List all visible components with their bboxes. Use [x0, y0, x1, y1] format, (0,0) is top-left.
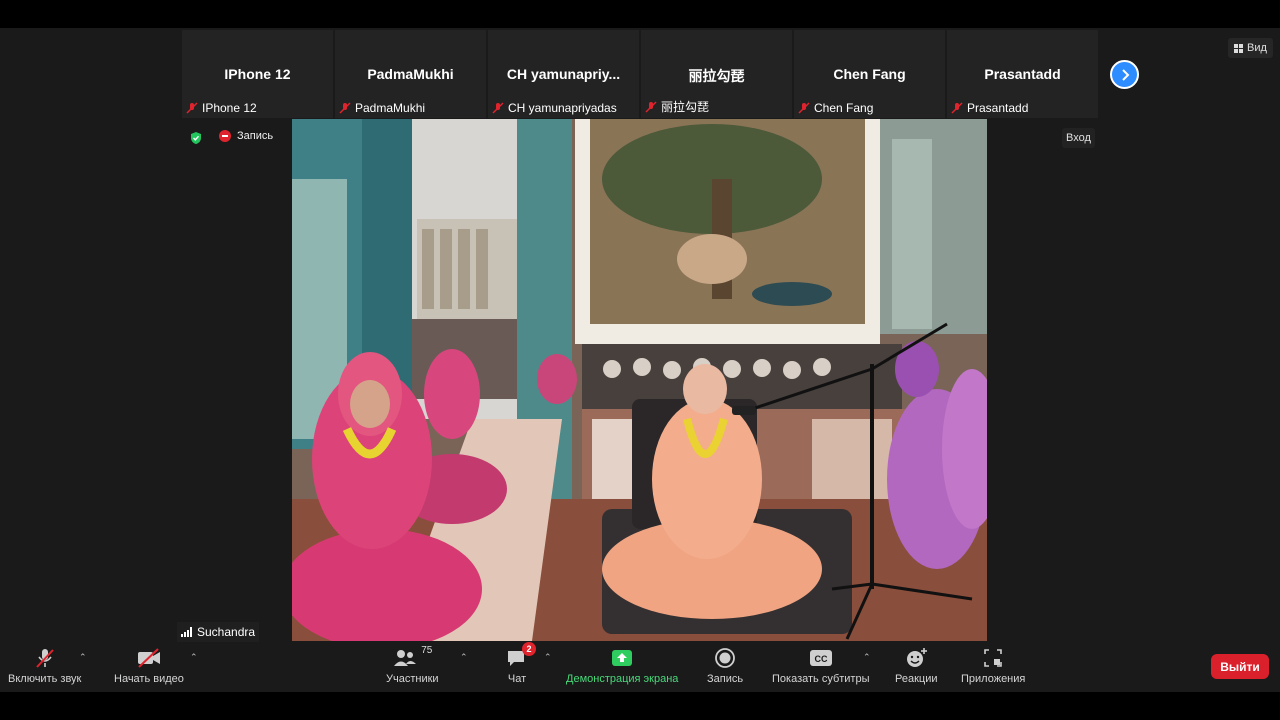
- participant-label-text: 丽拉勾琵: [661, 100, 710, 114]
- recording-label: Запись: [237, 130, 274, 142]
- show-subtitles-button[interactable]: CC Показать субтитры: [772, 645, 870, 685]
- participant-strip: IPhone 12 IPhone 12 PadmaMukhi PadmaMukh…: [182, 30, 1098, 118]
- chat-unread-badge: 2: [522, 642, 536, 656]
- muted-mic-icon: [492, 102, 504, 114]
- letterbox-bottom: [0, 692, 1280, 720]
- muted-microphone-icon: [34, 645, 56, 671]
- participant-tile[interactable]: 丽拉勾琵 丽拉勾琵: [641, 30, 792, 118]
- reaction-smiley-icon: [907, 648, 928, 667]
- participant-label-text: CH yamunapriyadas: [508, 101, 617, 115]
- participants-icon: [394, 650, 417, 666]
- participant-name: PadmaMukhi: [367, 66, 454, 82]
- participant-label-text: IPhone 12: [202, 101, 257, 115]
- apps-label: Приложения: [961, 673, 1026, 685]
- signal-strength-icon: [181, 627, 192, 637]
- participant-label: CH yamunapriyadas: [492, 101, 617, 115]
- video-frame-image: [292, 119, 987, 641]
- participant-name: CH yamunapriy...: [506, 66, 621, 82]
- participant-label-text: Chen Fang: [814, 101, 874, 115]
- video-options-caret-icon[interactable]: ⌃: [190, 652, 198, 663]
- participant-tile[interactable]: PadmaMukhi PadmaMukhi: [335, 30, 486, 118]
- muted-mic-icon: [645, 100, 657, 113]
- record-button[interactable]: Запись: [707, 645, 743, 685]
- active-speaker-name: Suchandra: [197, 625, 256, 639]
- main-video: [292, 119, 987, 641]
- login-button[interactable]: Вход: [1062, 128, 1095, 148]
- subtitles-caret-icon[interactable]: ⌃: [863, 652, 871, 663]
- unmute-button[interactable]: Включить звук: [8, 645, 81, 685]
- participant-name: Prasantadd: [984, 66, 1061, 82]
- show-subtitles-label: Показать субтитры: [772, 673, 870, 685]
- participant-label-text: PadmaMukhi: [355, 101, 426, 115]
- share-screen-button[interactable]: Демонстрация экрана: [566, 645, 678, 685]
- participants-caret-icon[interactable]: ⌃: [460, 652, 468, 663]
- chat-caret-icon[interactable]: ⌃: [544, 652, 552, 663]
- chat-button[interactable]: 2 Чат: [505, 642, 536, 685]
- chat-label: Чат: [507, 673, 527, 685]
- muted-mic-icon: [339, 102, 351, 114]
- next-page-button[interactable]: [1110, 60, 1139, 89]
- grid-icon: [1234, 43, 1243, 53]
- participant-tile[interactable]: Prasantadd Prasantadd: [947, 30, 1098, 118]
- start-video-label: Начать видео: [114, 673, 184, 685]
- record-label: Запись: [707, 673, 744, 685]
- closed-captions-icon: CC: [809, 650, 832, 666]
- muted-mic-icon: [798, 102, 810, 114]
- apps-button[interactable]: Приложения: [961, 645, 1025, 685]
- participant-label: Chen Fang: [798, 101, 873, 115]
- participants-label: Участники: [386, 673, 439, 685]
- shield-icon[interactable]: [189, 131, 203, 145]
- participant-label-text: Prasantadd: [967, 101, 1029, 115]
- participant-label: IPhone 12: [186, 101, 257, 115]
- participant-name: 丽拉勾琵: [688, 68, 745, 84]
- leave-button[interactable]: Выйти: [1211, 654, 1269, 679]
- start-video-button[interactable]: Начать видео: [114, 645, 184, 685]
- participants-button[interactable]: 75 Участники: [386, 645, 439, 685]
- participant-name: Chen Fang: [833, 66, 906, 82]
- reactions-button[interactable]: Реакции: [895, 645, 938, 685]
- recording-indicator[interactable]: Запись: [219, 130, 273, 142]
- svg-text:CC: CC: [814, 654, 827, 664]
- view-button[interactable]: Вид: [1228, 38, 1273, 58]
- participant-tile[interactable]: Chen Fang Chen Fang: [794, 30, 945, 118]
- share-screen-label: Демонстрация экрана: [566, 673, 679, 685]
- participant-label: PadmaMukhi: [339, 101, 425, 115]
- apps-icon: [984, 649, 1002, 667]
- participant-name: IPhone 12: [224, 66, 291, 82]
- unmute-label: Включить звук: [8, 673, 82, 685]
- chevron-right-icon: [1121, 68, 1129, 81]
- reactions-label: Реакции: [895, 673, 938, 685]
- muted-mic-icon: [951, 102, 963, 114]
- participant-tile[interactable]: IPhone 12 IPhone 12: [182, 30, 333, 118]
- participant-label: Prasantadd: [951, 101, 1028, 115]
- participant-label: 丽拉勾琵: [645, 98, 709, 115]
- audio-options-caret-icon[interactable]: ⌃: [79, 652, 87, 663]
- view-button-label: Вид: [1247, 42, 1267, 54]
- video-off-icon: [136, 645, 162, 671]
- participant-tile[interactable]: CH yamunapriy... CH yamunapriyadas: [488, 30, 639, 118]
- muted-mic-icon: [186, 102, 198, 114]
- record-icon: [715, 648, 735, 668]
- participants-count: 75: [421, 645, 433, 656]
- share-screen-icon: [612, 650, 633, 666]
- recording-dot-icon: [219, 130, 231, 142]
- active-speaker-label: Suchandra: [177, 622, 260, 642]
- letterbox-top: [0, 0, 1280, 28]
